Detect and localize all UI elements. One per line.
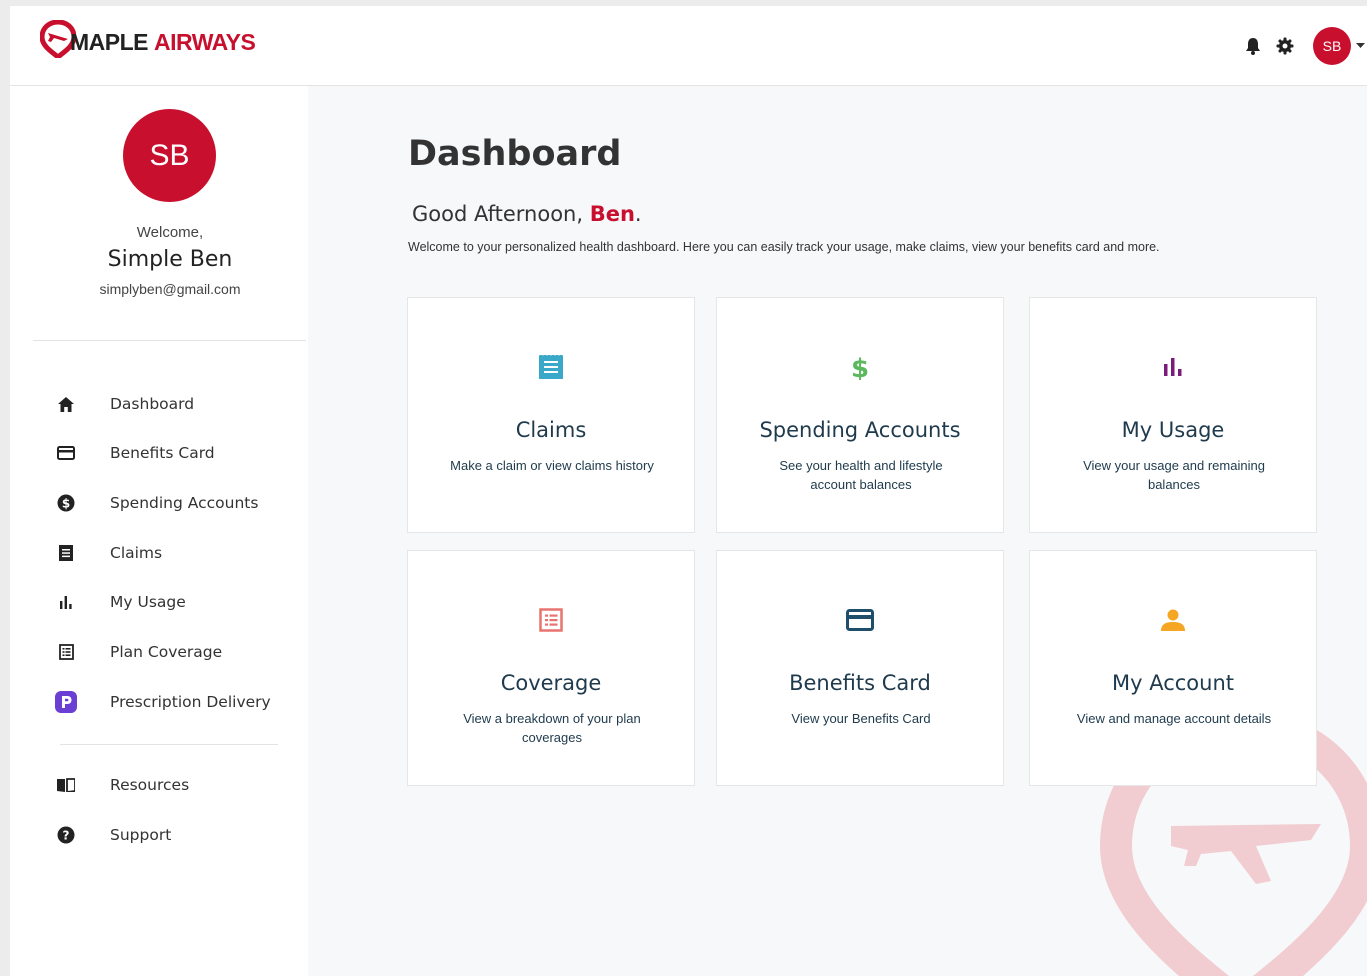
app-frame: MAPLE AIRWAYS SB SB Welcome, Simple Ben … xyxy=(10,6,1367,976)
card-title: Coverage xyxy=(500,671,602,695)
brand-name-part1: MAPLE xyxy=(70,29,149,55)
greeting-prefix: Good Afternoon, xyxy=(412,202,590,226)
dollar-circle-icon: $ xyxy=(55,492,77,514)
list-icon xyxy=(55,641,77,663)
home-icon xyxy=(55,393,77,415)
sidebar-item-label: My Usage xyxy=(110,593,186,611)
card-description: View your Benefits Card xyxy=(791,711,931,726)
receipt-icon xyxy=(55,542,77,564)
welcome-label: Welcome, xyxy=(136,224,204,241)
sidebar-item-claims[interactable]: Claims xyxy=(55,538,162,568)
pharmacy-icon xyxy=(55,691,77,713)
bar-chart-icon xyxy=(1030,354,1316,380)
chevron-down-icon[interactable] xyxy=(1353,36,1367,56)
brand-name-part2: AIRWAYS xyxy=(154,29,256,55)
greeting: Good Afternoon, Ben. xyxy=(412,202,642,226)
sidebar-item-resources[interactable]: Resources xyxy=(55,770,189,800)
sidebar-divider xyxy=(60,744,278,745)
card-my-usage[interactable]: My Usage View your usage and remaining b… xyxy=(1029,297,1317,533)
user-avatar: SB xyxy=(123,109,216,202)
intro-text: Welcome to your personalized health dash… xyxy=(408,240,1160,254)
card-coverage[interactable]: Coverage View a breakdown of your plan c… xyxy=(407,550,695,786)
greeting-name: Ben xyxy=(589,202,635,226)
book-icon xyxy=(55,774,77,796)
credit-card-icon xyxy=(55,442,77,464)
sidebar-item-label: Support xyxy=(110,826,172,844)
card-spending-accounts[interactable]: $ Spending Accounts See your health and … xyxy=(716,297,1004,533)
sidebar-item-prescription-delivery[interactable]: Prescription Delivery xyxy=(55,687,271,717)
sidebar-item-label: Plan Coverage xyxy=(110,643,223,661)
svg-text:?: ? xyxy=(63,828,70,842)
receipt-icon xyxy=(408,354,694,380)
card-title: My Account xyxy=(1111,671,1234,695)
sidebar-item-dashboard[interactable]: Dashboard xyxy=(55,389,194,419)
user-email: simplyben@gmail.com xyxy=(99,281,241,297)
gear-icon[interactable] xyxy=(1275,36,1295,56)
help-icon: ? xyxy=(55,824,77,846)
list-icon xyxy=(408,607,694,633)
bell-icon[interactable] xyxy=(1243,36,1263,56)
sidebar-item-label: Dashboard xyxy=(110,395,195,413)
sidebar-item-my-usage[interactable]: My Usage xyxy=(55,587,186,617)
brand-logo[interactable]: MAPLE AIRWAYS xyxy=(40,20,256,58)
greeting-suffix: . xyxy=(634,202,642,226)
card-title: Claims xyxy=(515,418,587,442)
sidebar-item-label: Benefits Card xyxy=(110,444,215,462)
header-actions: SB xyxy=(1243,27,1367,65)
card-title: My Usage xyxy=(1121,418,1225,442)
page-title: Dashboard xyxy=(408,134,622,174)
card-description: View and manage account details xyxy=(1076,711,1272,726)
sidebar: SB Welcome, Simple Ben simplyben@gmail.c… xyxy=(10,86,308,976)
sidebar-divider xyxy=(33,340,306,341)
sidebar-item-plan-coverage[interactable]: Plan Coverage xyxy=(55,637,222,667)
sidebar-item-label: Claims xyxy=(110,544,163,562)
header-avatar[interactable]: SB xyxy=(1313,27,1351,65)
card-title: Spending Accounts xyxy=(759,418,961,442)
sidebar-item-spending-accounts[interactable]: $ Spending Accounts xyxy=(55,488,258,518)
svg-text:$: $ xyxy=(851,354,869,380)
sidebar-item-benefits-card[interactable]: Benefits Card xyxy=(55,438,215,468)
bar-chart-icon xyxy=(55,591,77,613)
card-description: View your usage and remaining balances xyxy=(1083,458,1265,492)
top-header: MAPLE AIRWAYS SB xyxy=(10,6,1367,86)
person-icon xyxy=(1030,607,1316,633)
sidebar-item-label: Resources xyxy=(110,776,190,794)
sidebar-item-label: Spending Accounts xyxy=(110,494,259,512)
sidebar-item-label: Prescription Delivery xyxy=(110,693,271,711)
card-description: Make a claim or view claims history xyxy=(450,458,654,473)
credit-card-icon xyxy=(717,607,1003,633)
card-claims[interactable]: Claims Make a claim or view claims histo… xyxy=(407,297,695,533)
card-title: Benefits Card xyxy=(789,671,931,695)
card-benefits-card[interactable]: Benefits Card View your Benefits Card xyxy=(716,550,1004,786)
card-description: View a breakdown of your plan coverages xyxy=(463,711,641,745)
user-name: Simple Ben xyxy=(107,247,233,272)
dollar-icon: $ xyxy=(717,354,1003,380)
card-my-account[interactable]: My Account View and manage account detai… xyxy=(1029,550,1317,786)
card-description: See your health and lifestyle account ba… xyxy=(779,458,943,492)
svg-text:$: $ xyxy=(62,497,70,511)
sidebar-item-support[interactable]: ? Support xyxy=(55,820,171,850)
